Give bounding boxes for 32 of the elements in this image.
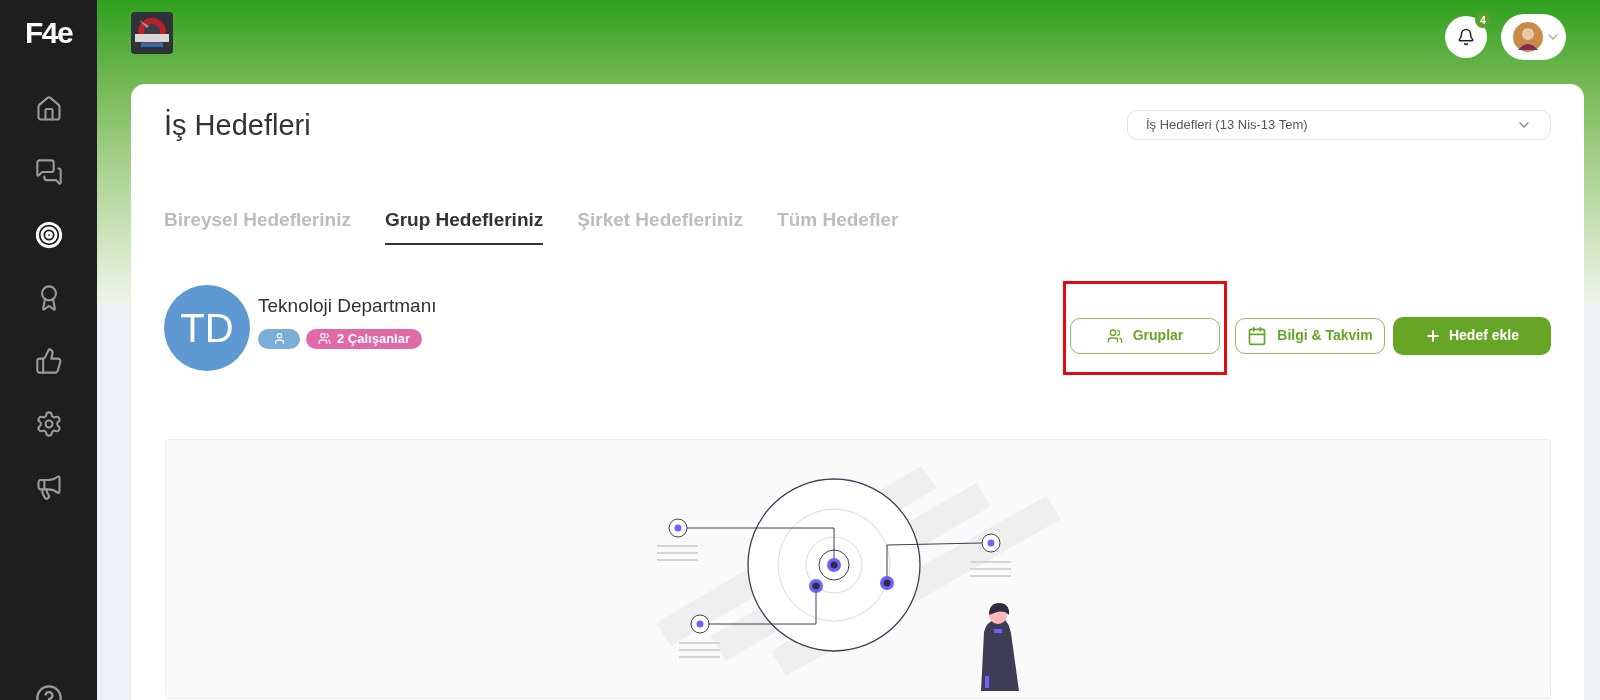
nav-button[interactable] [34, 221, 63, 249]
logo[interactable]: F4e [24, 18, 73, 48]
action-button[interactable]: Bilgi & Takvim [1235, 317, 1385, 354]
users-icon [318, 332, 331, 346]
calendar-icon [1247, 325, 1268, 346]
page-title: İş Hedefleri [164, 110, 311, 140]
nav-button[interactable] [34, 473, 63, 501]
nav-button[interactable] [34, 410, 63, 438]
nav-button[interactable] [34, 95, 63, 123]
chat-icon [34, 158, 63, 186]
action-button[interactable]: Hedef ekle [1393, 316, 1551, 355]
tab[interactable]: Şirket Hedefleriniz [577, 206, 744, 245]
home-icon [34, 95, 63, 123]
tab[interactable]: Bireysel Hedefleriniz [164, 206, 351, 245]
megaphone-icon [34, 473, 63, 501]
avatar [1513, 22, 1543, 52]
thumbs-up-icon [34, 347, 63, 375]
target-icon [34, 221, 63, 249]
nav-button[interactable] [34, 347, 63, 375]
action-button[interactable]: Gruplar [1070, 317, 1220, 354]
settings-icon [34, 410, 63, 438]
plus-icon [1424, 327, 1441, 344]
group-avatar: TD [164, 284, 250, 371]
nav-button[interactable] [34, 158, 63, 186]
employees-count: 2 Çalışanlar [337, 330, 410, 348]
tab[interactable]: Grup Hedefleriniz [384, 206, 544, 245]
bell-icon [1457, 28, 1475, 46]
tab[interactable]: Tüm Hedefler [777, 206, 899, 245]
period-dropdown[interactable]: İş Hedefleri (13 Nis-13 Tem) [1127, 110, 1551, 140]
user-icon [272, 332, 286, 346]
users-icon [1106, 327, 1123, 344]
group-name: Teknoloji Departmanı [258, 294, 437, 319]
